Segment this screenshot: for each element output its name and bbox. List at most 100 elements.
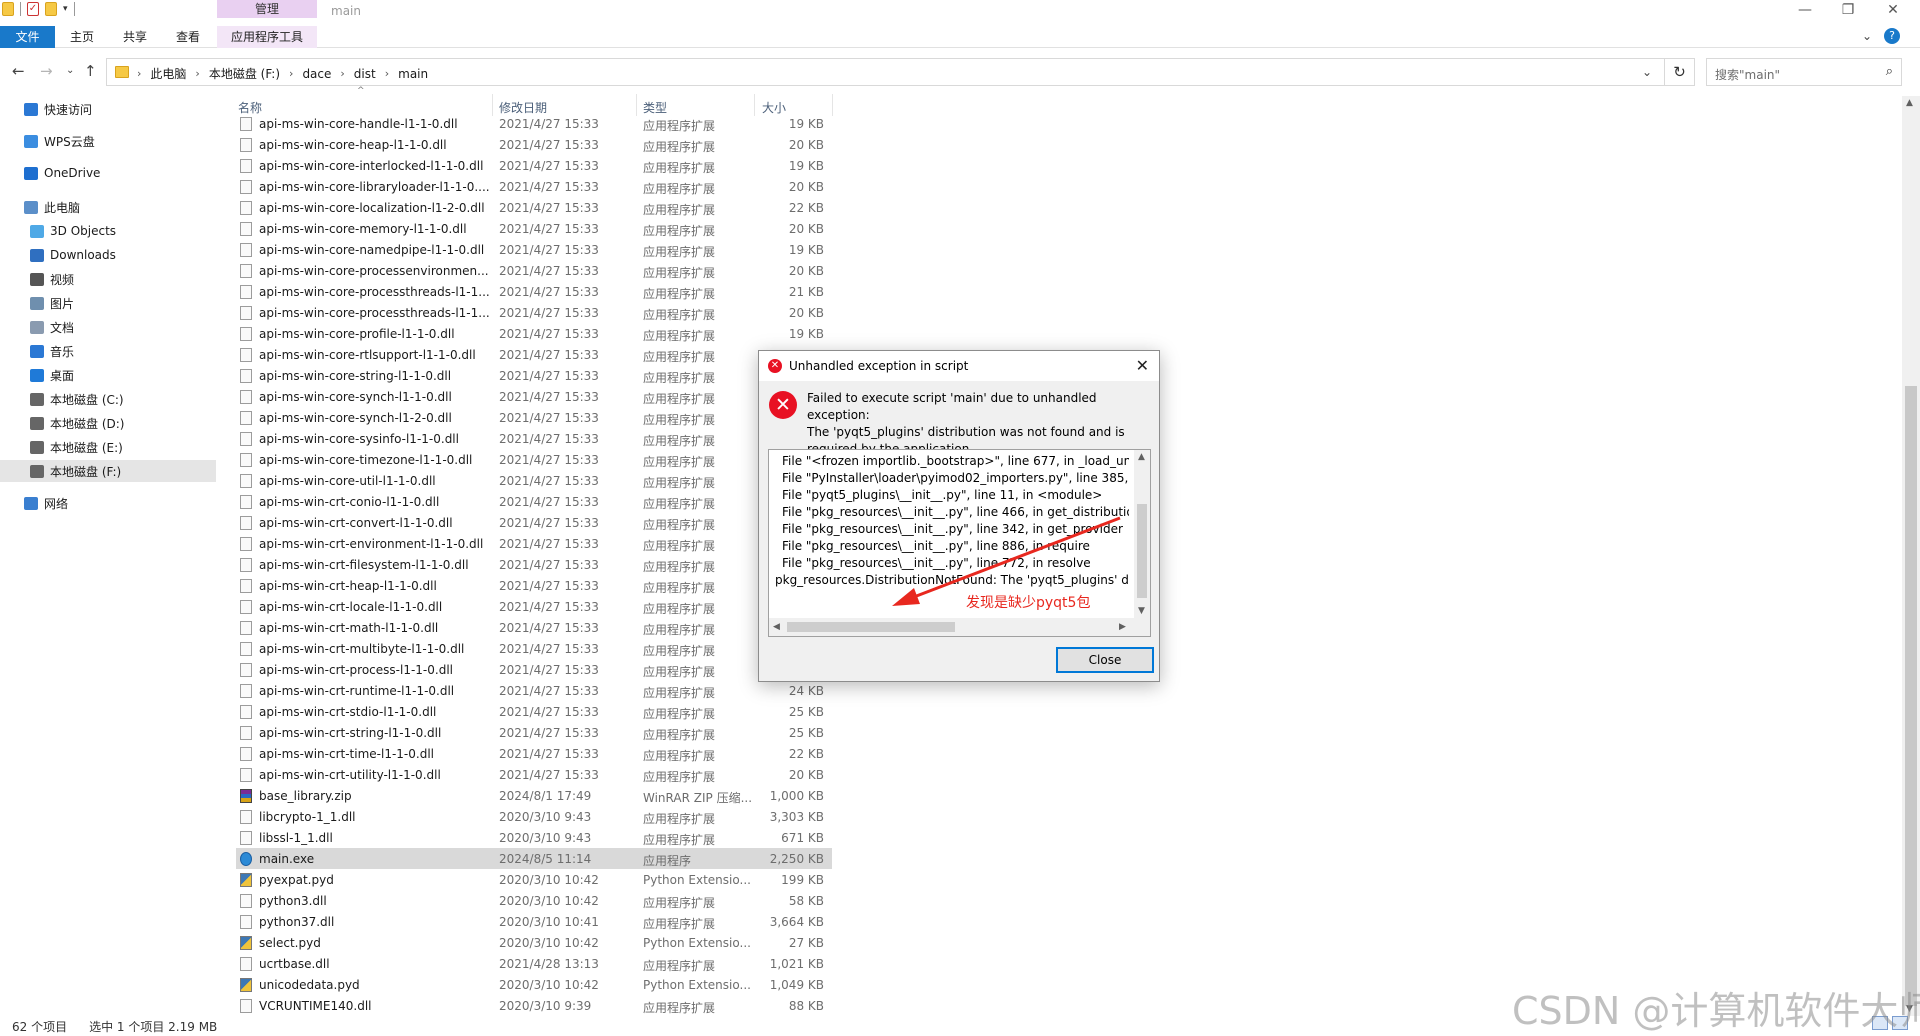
properties-icon[interactable]: ✓ (27, 2, 39, 16)
breadcrumb-separator-icon[interactable]: › (137, 67, 141, 80)
table-row[interactable]: api-ms-win-core-heap-l1-1-0.dll 2021/4/27… (236, 134, 832, 155)
nav-item[interactable]: 网络 (0, 492, 216, 514)
refresh-icon[interactable]: ↻ (1665, 58, 1695, 86)
table-row[interactable]: api-ms-win-crt-convert-l1-1-0.dll 2021/4/… (236, 512, 832, 533)
nav-item[interactable]: 此电脑 (0, 196, 216, 218)
nav-item[interactable]: 视频 (0, 268, 216, 290)
help-icon[interactable]: ? (1884, 28, 1900, 44)
table-row[interactable]: api-ms-win-core-handle-l1-1-0.dll 2021/4/… (236, 114, 832, 134)
table-row[interactable]: api-ms-win-core-string-l1-1-0.dll 2021/4/… (236, 365, 832, 386)
tab-file[interactable]: 文件 (0, 26, 55, 48)
table-row[interactable]: api-ms-win-crt-runtime-l1-1-0.dll 2021/4/… (236, 680, 832, 701)
table-row[interactable]: api-ms-win-core-timezone-l1-1-0.dll 2021/… (236, 449, 832, 470)
folder-icon[interactable] (2, 2, 14, 16)
nav-item[interactable]: 快速访问 (0, 98, 216, 120)
breadcrumb-item[interactable]: dist (354, 67, 376, 81)
close-window-button[interactable]: ✕ (1878, 2, 1908, 18)
expand-ribbon-icon[interactable]: ⌄ (1862, 29, 1872, 43)
table-row[interactable]: api-ms-win-crt-heap-l1-1-0.dll 2021/4/27 … (236, 575, 832, 596)
table-row[interactable]: unicodedata.pyd 2020/3/10 10:42 Python Ext… (236, 974, 832, 995)
table-row[interactable]: pyexpat.pyd 2020/3/10 10:42 Python Extensi… (236, 869, 832, 890)
scrollbar-thumb[interactable] (1905, 386, 1917, 1006)
nav-item[interactable]: 文档 (0, 316, 216, 338)
breadcrumb-separator-icon[interactable]: › (385, 67, 389, 80)
restore-button[interactable]: ❐ (1833, 2, 1863, 18)
close-button[interactable]: Close (1056, 647, 1154, 673)
table-row[interactable]: api-ms-win-core-processthreads-l1-1... 20… (236, 281, 832, 302)
nav-item[interactable]: 3D Objects (0, 220, 216, 242)
nav-item[interactable]: 桌面 (0, 364, 216, 386)
table-row[interactable]: api-ms-win-crt-utility-l1-1-0.dll 2021/4/… (236, 764, 832, 785)
column-divider[interactable] (492, 94, 493, 116)
scroll-right-icon[interactable]: ▶ (1119, 622, 1126, 632)
table-row[interactable]: VCRUNTIME140.dll 2020/3/10 9:39 应用程序扩展 88 K… (236, 995, 832, 1016)
scrollbar-thumb[interactable] (787, 622, 955, 632)
table-row[interactable]: api-ms-win-core-memory-l1-1-0.dll 2021/4/… (236, 218, 832, 239)
breadcrumb-separator-icon[interactable]: › (289, 67, 293, 80)
table-row[interactable]: api-ms-win-core-libraryloader-l1-1-0....… (236, 176, 832, 197)
breadcrumb-separator-icon[interactable]: › (195, 67, 199, 80)
column-divider[interactable] (754, 94, 755, 116)
table-row[interactable]: api-ms-win-crt-locale-l1-1-0.dll 2021/4/2… (236, 596, 832, 617)
back-arrow-icon[interactable]: ← (12, 62, 25, 80)
tab-share[interactable]: 共享 (110, 26, 160, 48)
nav-item[interactable]: Downloads (0, 244, 216, 266)
table-row[interactable]: api-ms-win-crt-filesystem-l1-1-0.dll 2021… (236, 554, 832, 575)
nav-item[interactable]: 图片 (0, 292, 216, 314)
search-input[interactable]: 搜索"main" ⌕ (1706, 58, 1902, 86)
column-divider[interactable] (832, 94, 833, 116)
table-row[interactable]: api-ms-win-crt-math-l1-1-0.dll 2021/4/27 … (236, 617, 832, 638)
table-row[interactable]: api-ms-win-core-interlocked-l1-1-0.dll 20… (236, 155, 832, 176)
nav-item[interactable]: 音乐 (0, 340, 216, 362)
nav-item[interactable]: 本地磁盘 (F:) (0, 460, 216, 482)
table-row[interactable]: python37.dll 2020/3/10 10:41 应用程序扩展 3,664 K… (236, 911, 832, 932)
table-row[interactable]: python3.dll 2020/3/10 10:42 应用程序扩展 58 KB (236, 890, 832, 911)
new-folder-icon[interactable] (45, 2, 57, 16)
nav-item[interactable]: OneDrive (0, 162, 216, 184)
table-row[interactable]: libcrypto-1_1.dll 2020/3/10 9:43 应用程序扩展 3,3… (236, 806, 832, 827)
scroll-up-icon[interactable]: ▲ (1906, 98, 1913, 108)
table-row[interactable]: api-ms-win-core-synch-l1-1-0.dll 2021/4/2… (236, 386, 832, 407)
vertical-scrollbar[interactable]: ▲ ▼ (1902, 96, 1920, 1016)
breadcrumb-separator-icon[interactable]: › (340, 67, 344, 80)
table-row[interactable]: api-ms-win-core-processthreads-l1-1... 20… (236, 302, 832, 323)
table-row[interactable]: api-ms-win-core-localization-l1-2-0.dll 2… (236, 197, 832, 218)
recent-locations-icon[interactable]: ⌄ (66, 65, 74, 76)
column-divider[interactable] (636, 94, 637, 116)
nav-item[interactable]: WPS云盘 (0, 130, 216, 152)
table-row[interactable]: api-ms-win-crt-environment-l1-1-0.dll 202… (236, 533, 832, 554)
nav-item[interactable]: 本地磁盘 (E:) (0, 436, 216, 458)
table-row[interactable]: api-ms-win-core-synch-l1-2-0.dll 2021/4/2… (236, 407, 832, 428)
scroll-left-icon[interactable]: ◀ (773, 622, 780, 632)
table-row[interactable]: api-ms-win-core-sysinfo-l1-1-0.dll 2021/4… (236, 428, 832, 449)
table-row[interactable]: api-ms-win-core-profile-l1-1-0.dll 2021/4… (236, 323, 832, 344)
table-row[interactable]: ucrtbase.dll 2021/4/28 13:13 应用程序扩展 1,021 K… (236, 953, 832, 974)
search-icon[interactable]: ⌕ (1886, 64, 1893, 79)
traceback-horizontal-scrollbar[interactable]: ◀ ▶ (769, 618, 1150, 636)
tab-home[interactable]: 主页 (57, 26, 107, 48)
tab-application-tools[interactable]: 应用程序工具 (217, 26, 317, 48)
forward-arrow-icon[interactable]: → (40, 62, 53, 80)
chevron-down-icon[interactable]: ⌄ (1642, 65, 1652, 79)
address-bar[interactable]: › 此电脑 › 本地磁盘 (F:) › dace › dist › main ⌄ (106, 58, 1665, 86)
scroll-down-icon[interactable]: ▼ (1138, 606, 1145, 616)
customize-toolbar-icon[interactable]: ▾ (63, 4, 68, 14)
breadcrumb-item[interactable]: 此电脑 (150, 65, 186, 82)
up-arrow-icon[interactable]: ↑ (84, 62, 97, 80)
table-row[interactable]: base_library.zip 2024/8/1 17:49 WinRAR ZIP… (236, 785, 832, 806)
table-row[interactable]: main.exe 2024/8/5 11:14 应用程序 2,250 KB (236, 848, 832, 869)
table-row[interactable]: api-ms-win-core-processenvironmen... 2021… (236, 260, 832, 281)
minimize-button[interactable]: — (1790, 2, 1820, 18)
table-row[interactable]: api-ms-win-crt-time-l1-1-0.dll 2021/4/27 … (236, 743, 832, 764)
breadcrumb-item[interactable]: 本地磁盘 (F:) (209, 65, 280, 82)
table-row[interactable]: select.pyd 2020/3/10 10:42 Python Extensio… (236, 932, 832, 953)
table-row[interactable]: api-ms-win-crt-string-l1-1-0.dll 2021/4/2… (236, 722, 832, 743)
nav-item[interactable]: 本地磁盘 (C:) (0, 388, 216, 410)
table-row[interactable]: api-ms-win-core-util-l1-1-0.dll 2021/4/27… (236, 470, 832, 491)
traceback-textbox[interactable]: File "<frozen importlib._bootstrap>", li… (768, 449, 1151, 637)
dialog-close-icon[interactable]: ✕ (1136, 356, 1149, 375)
tab-view[interactable]: 查看 (163, 26, 213, 48)
scrollbar-thumb[interactable] (1137, 504, 1147, 598)
traceback-vertical-scrollbar[interactable]: ▲ ▼ (1134, 450, 1150, 618)
table-row[interactable]: libssl-1_1.dll 2020/3/10 9:43 应用程序扩展 671 KB (236, 827, 832, 848)
